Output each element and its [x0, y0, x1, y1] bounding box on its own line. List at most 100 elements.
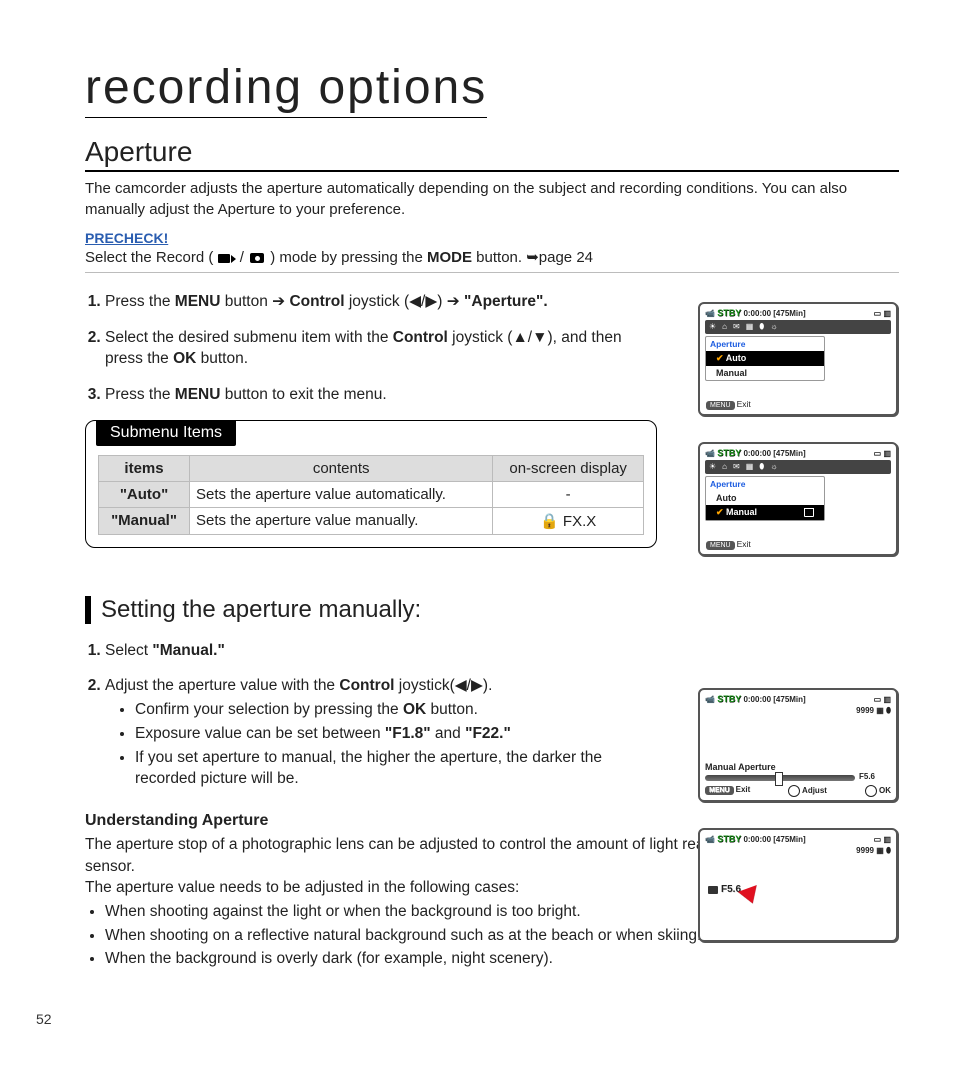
step-2: Select the desired submenu item with the…: [105, 327, 655, 370]
lcd-thumbs-bottom: 📹 STBY 0:00:00 [475Min] ▭ ▥ 9999 ▦ ⬮ Man…: [698, 688, 898, 968]
t: "Aperture".: [464, 293, 548, 310]
precheck-suffix-b: button. ➥page 24: [476, 249, 593, 266]
card-battery-icons: ▭ ▥: [874, 835, 891, 844]
t: Confirm your selection by pressing the: [135, 701, 403, 718]
bullet: Exposure value can be set between "F1.8"…: [135, 723, 665, 745]
exit-label: Exit: [736, 785, 751, 794]
remain: [475Min]: [773, 695, 805, 704]
t: The aperture value needs to be adjusted …: [85, 879, 519, 896]
precheck-label: PRECHECK!: [85, 230, 899, 246]
table-row: "Auto" Sets the aperture value automatic…: [99, 481, 644, 507]
menu-item-manual[interactable]: Manual: [706, 505, 824, 520]
t: and: [431, 725, 465, 742]
exit-label: Exit: [737, 539, 751, 549]
aperture-slider[interactable]: [705, 775, 855, 781]
mode-word: MODE: [427, 249, 472, 266]
stby-label: STBY: [717, 834, 741, 844]
timecode: 0:00:00: [743, 835, 771, 844]
t: Exposure value can be set between: [135, 725, 385, 742]
fvalue-readout: F5.6: [859, 772, 875, 781]
lock-icon: [804, 508, 814, 517]
menu-item-auto[interactable]: Auto: [706, 491, 824, 505]
t: "Manual.": [152, 642, 224, 659]
t: button ➔: [220, 293, 289, 310]
menu-button[interactable]: MENU: [705, 786, 734, 795]
card-battery-icons: ▭ ▥: [874, 695, 891, 704]
precheck-prefix: Select the Record (: [85, 249, 218, 266]
subsection-title: Setting the aperture manually:: [85, 596, 899, 624]
card-battery-icons: ▭ ▥: [874, 309, 891, 318]
th-items: items: [99, 455, 190, 481]
precheck-text: Select the Record ( / ) mode by pressing…: [85, 248, 899, 273]
lock-icon: [804, 369, 814, 378]
lcd-thumbs-top: 📹 STBY 0:00:00 [475Min] ▭ ▥ ☀⌂✉▦⬮☼ Apert…: [698, 302, 898, 582]
t: Adjust the aperture value with the: [105, 677, 339, 694]
t: joystick (◀/▶) ➔: [345, 293, 465, 310]
main-steps: Press the MENU button ➔ Control joystick…: [85, 291, 655, 548]
lcd-auto-selected: 📹 STBY 0:00:00 [475Min] ▭ ▥ ☀⌂✉▦⬮☼ Apert…: [698, 302, 898, 416]
lcd-manual-aperture-slider: 📹 STBY 0:00:00 [475Min] ▭ ▥ 9999 ▦ ⬮ Man…: [698, 688, 898, 802]
cell-display: -: [493, 481, 644, 507]
adjust-label: Adjust: [802, 786, 827, 795]
step-1: Press the MENU button ➔ Control joystick…: [105, 291, 655, 313]
section-title: Aperture: [85, 136, 899, 172]
t: Press the: [105, 386, 175, 403]
submenu-title: Submenu Items: [96, 420, 236, 446]
menu-head: Aperture: [706, 337, 824, 351]
manual-aperture-label: Manual Aperture: [705, 762, 891, 772]
t: Control: [393, 329, 448, 346]
cursor-arrow-icon: [738, 885, 762, 907]
mstep-2: Adjust the aperture value with the Contr…: [105, 675, 665, 789]
menu-item-auto[interactable]: Auto: [706, 351, 824, 366]
remain: [475Min]: [773, 309, 805, 318]
photo-mode-icon: [248, 252, 266, 264]
ok-icon: [865, 785, 877, 797]
manual-steps: Select "Manual." Adjust the aperture val…: [85, 640, 665, 790]
submenu-box: Submenu Items items contents on-screen d…: [85, 420, 657, 548]
timecode: 0:00:00: [743, 309, 771, 318]
counter: 9999: [856, 846, 874, 855]
t: "F22.": [465, 725, 511, 742]
t: OK: [173, 350, 196, 367]
lcd-fvalue-display: 📹 STBY 0:00:00 [475Min] ▭ ▥ 9999 ▦ ⬮ F5.…: [698, 828, 898, 942]
t: Control: [339, 677, 394, 694]
th-display: on-screen display: [493, 455, 644, 481]
remain: [475Min]: [773, 449, 805, 458]
t: MENU: [175, 386, 221, 403]
stby-label: STBY: [717, 448, 741, 458]
t: joystick(◀/▶).: [394, 677, 492, 694]
toolbar-icons: ☀⌂✉▦⬮☼: [705, 320, 891, 334]
joystick-icon: [788, 785, 800, 797]
aperture-menu: Aperture Auto Manual: [705, 336, 825, 381]
mstep-1: Select "Manual.": [105, 640, 665, 662]
manual-page: recording options Aperture The camcorder…: [0, 0, 954, 1091]
menu-button[interactable]: MENU: [706, 541, 735, 550]
remain: [475Min]: [773, 835, 805, 844]
bullet: Confirm your selection by pressing the O…: [135, 699, 665, 721]
step-3: Press the MENU button to exit the menu.: [105, 384, 655, 406]
stby-label: STBY: [717, 694, 741, 704]
t: button to exit the menu.: [220, 386, 386, 403]
submenu-table: items contents on-screen display "Auto" …: [98, 455, 644, 535]
cell-item: "Auto": [99, 481, 190, 507]
t: OK: [403, 701, 426, 718]
aperture-icon: [708, 886, 718, 894]
menu-item-manual[interactable]: Manual: [706, 366, 824, 380]
exit-label: Exit: [737, 399, 751, 409]
counter: 9999: [856, 706, 874, 715]
t: button.: [426, 701, 478, 718]
aperture-menu: Aperture Auto Manual: [705, 476, 825, 521]
chapter-title: recording options: [85, 60, 487, 118]
menu-button[interactable]: MENU: [706, 401, 735, 410]
menu-head: Aperture: [706, 477, 824, 491]
lcd-manual-selected: 📹 STBY 0:00:00 [475Min] ▭ ▥ ☀⌂✉▦⬮☼ Apert…: [698, 442, 898, 556]
t: Control: [289, 293, 344, 310]
ok-label: OK: [879, 786, 891, 795]
t: "F1.8": [385, 725, 431, 742]
cell-content: Sets the aperture value automatically.: [190, 481, 493, 507]
table-row: items contents on-screen display: [99, 455, 644, 481]
t: Press the: [105, 293, 175, 310]
t: MENU: [175, 293, 221, 310]
table-row: "Manual" Sets the aperture value manuall…: [99, 507, 644, 534]
slider-thumb[interactable]: [775, 772, 783, 786]
